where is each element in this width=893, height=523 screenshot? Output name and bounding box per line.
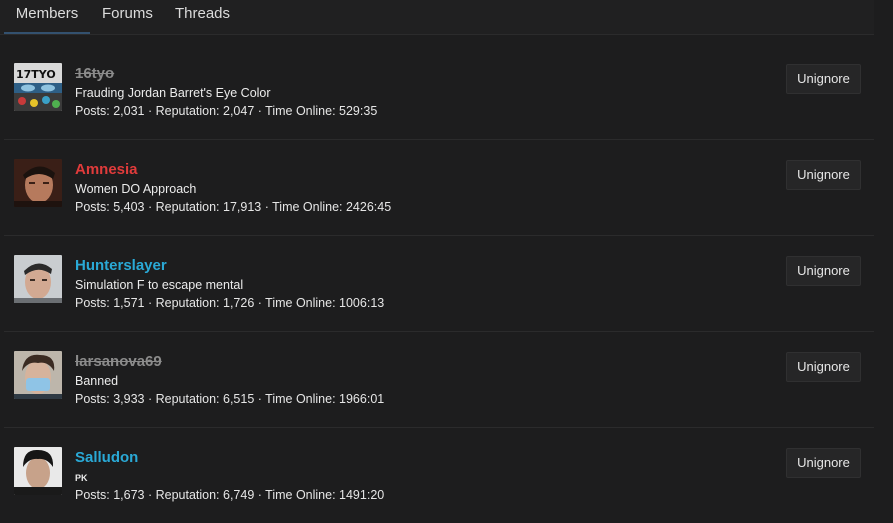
unignore-button[interactable]: Unignore bbox=[786, 256, 861, 286]
member-stats: Posts: 1,673 · Reputation: 6,749 · Time … bbox=[75, 488, 385, 502]
member-row: Amnesia Women DO Approach Posts: 5,403 ·… bbox=[4, 140, 874, 236]
member-row: Salludon PK Posts: 1,673 · Reputation: 6… bbox=[4, 428, 874, 523]
member-stats: Posts: 3,933 · Reputation: 6,515 · Time … bbox=[75, 392, 385, 406]
member-title: PK bbox=[75, 473, 88, 483]
avatar[interactable] bbox=[14, 255, 62, 303]
member-stats: Posts: 1,571 · Reputation: 1,726 · Time … bbox=[75, 296, 385, 310]
avatar[interactable] bbox=[14, 447, 62, 495]
avatar[interactable] bbox=[14, 159, 62, 207]
tab-bar: Members Forums Threads bbox=[0, 0, 874, 35]
unignore-button[interactable]: Unignore bbox=[786, 352, 861, 382]
member-title: Women DO Approach bbox=[75, 182, 197, 196]
member-name[interactable]: Salludon bbox=[75, 449, 138, 466]
member-name[interactable]: Amnesia bbox=[75, 161, 138, 178]
avatar[interactable] bbox=[14, 351, 62, 399]
member-name[interactable]: larsanova69 bbox=[75, 353, 162, 370]
member-title: Frauding Jordan Barret's Eye Color bbox=[75, 86, 271, 100]
unignore-button[interactable]: Unignore bbox=[786, 64, 861, 94]
unignore-button[interactable]: Unignore bbox=[786, 448, 861, 478]
tab-forums[interactable]: Forums bbox=[102, 0, 153, 34]
member-title: Simulation F to escape mental bbox=[75, 278, 244, 292]
tab-members[interactable]: Members bbox=[4, 0, 90, 34]
member-row: 17TYO 16tyo Frauding Jordan Barret's Eye… bbox=[4, 44, 874, 140]
member-stats: Posts: 5,403 · Reputation: 17,913 · Time… bbox=[75, 200, 392, 214]
ignored-members-list: 17TYO 16tyo Frauding Jordan Barret's Eye… bbox=[4, 44, 874, 523]
member-row: larsanova69 Banned Posts: 3,933 · Reputa… bbox=[4, 332, 874, 428]
member-name[interactable]: Hunterslayer bbox=[75, 257, 167, 274]
unignore-button[interactable]: Unignore bbox=[786, 160, 861, 190]
member-title: Banned bbox=[75, 374, 119, 388]
avatar[interactable]: 17TYO bbox=[14, 63, 62, 111]
tab-threads[interactable]: Threads bbox=[175, 0, 230, 34]
member-row: Hunterslayer Simulation F to escape ment… bbox=[4, 236, 874, 332]
member-stats: Posts: 2,031 · Reputation: 2,047 · Time … bbox=[75, 104, 378, 118]
member-name[interactable]: 16tyo bbox=[75, 65, 114, 82]
avatar-text: 17TYO bbox=[16, 68, 56, 81]
